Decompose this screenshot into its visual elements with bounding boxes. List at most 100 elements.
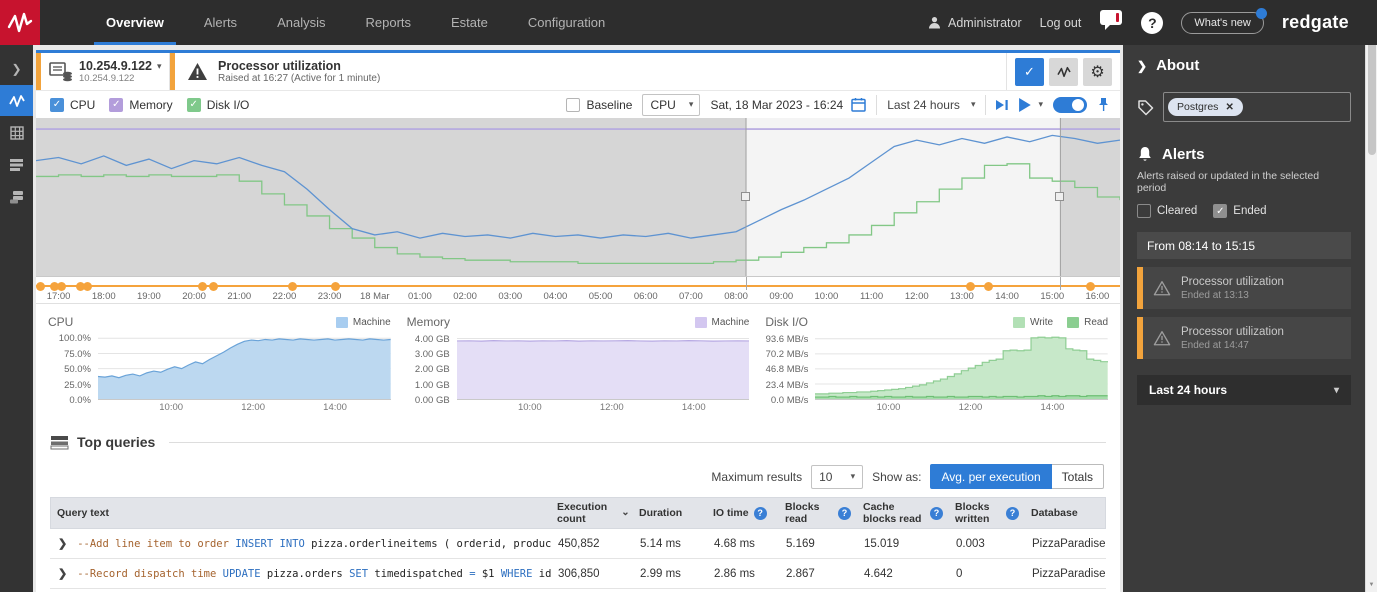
max-results-select[interactable]: 10 ▾	[811, 464, 864, 489]
alerts-range-select[interactable]: Last 24 hours ▾	[1137, 375, 1351, 405]
col-query-text[interactable]: Query text	[51, 504, 551, 522]
settings-button[interactable]: ⚙	[1083, 57, 1112, 86]
top-queries-table: Query text Execution count ⌄ Duration IO …	[50, 497, 1106, 590]
col-cache-blocks-read[interactable]: Cache blocks read?	[857, 498, 949, 528]
alert-event-dot[interactable]	[287, 282, 297, 291]
col-io-time[interactable]: IO time?	[707, 504, 779, 523]
cache-blocks-read-value: 15.019	[864, 537, 900, 550]
date-picker[interactable]: Sat, 18 Mar 2023 - 16:24	[710, 97, 866, 112]
pin-icon[interactable]	[1097, 97, 1110, 112]
col-database[interactable]: Database	[1025, 504, 1105, 522]
tab-configuration[interactable]: Configuration	[508, 0, 625, 45]
sidebar-item-analysis[interactable]	[0, 85, 33, 116]
skip-to-now-button[interactable]	[996, 99, 1009, 111]
ended-filter[interactable]: ✓ Ended	[1213, 204, 1267, 218]
table-row[interactable]: ❯ --Add line item to order INSERT INTO pi…	[50, 529, 1106, 560]
x-axis-label: 12:00	[958, 402, 983, 413]
totals-button[interactable]: Totals	[1051, 464, 1104, 489]
col-execution-count[interactable]: Execution count ⌄	[551, 498, 633, 528]
help-icon[interactable]: ?	[1141, 11, 1164, 34]
alert-event-dot[interactable]	[208, 282, 218, 291]
timeline-axis[interactable]: 17:00 18:00 19:00 20:00 21:00 22:00 23:00 18 Ma…	[36, 276, 1120, 303]
blocks-written-value: 0	[956, 567, 963, 580]
acknowledge-button[interactable]: ✓	[1015, 57, 1044, 86]
tab-estate[interactable]: Estate	[431, 0, 508, 45]
y-axis-label: 46.8 MB/s	[765, 364, 809, 376]
help-icon[interactable]: ?	[930, 506, 943, 520]
baseline-metric-select[interactable]: CPU ▾	[642, 93, 701, 116]
server-selector[interactable]: 10.254.9.122 ▾ 10.254.9.122	[36, 53, 170, 90]
redgate-wordmark: redgate	[1281, 12, 1349, 32]
main-content: 10.254.9.122 ▾ 10.254.9.122 Processor uti…	[33, 45, 1123, 592]
metric-toggle-disk[interactable]: ✓ Disk I/O	[186, 97, 249, 112]
user-menu[interactable]: Administrator	[928, 16, 1022, 30]
alert-list-item[interactable]: Processor utilization Ended at 13:13	[1137, 267, 1351, 309]
selection-handle[interactable]	[741, 192, 751, 201]
blocks-written-value: 0.003	[956, 537, 985, 550]
about-section-toggle[interactable]: ❯ About	[1137, 57, 1351, 74]
alert-event-dot[interactable]	[1085, 282, 1095, 291]
tab-alerts[interactable]: Alerts	[184, 0, 257, 45]
help-icon[interactable]: ?	[838, 506, 851, 520]
sidebar-item-servers[interactable]	[0, 181, 33, 212]
main-metric-chart[interactable]	[36, 118, 1120, 276]
tab-overview[interactable]: Overview	[86, 0, 184, 45]
selection-handle[interactable]	[1055, 192, 1065, 201]
metric-label: Memory	[129, 97, 173, 112]
remove-tag-icon[interactable]: ✕	[1225, 102, 1233, 113]
whats-new-label: What's new	[1194, 16, 1251, 29]
feedback-chat-icon[interactable]	[1099, 9, 1123, 36]
play-options-caret[interactable]: ▾	[1038, 99, 1043, 110]
expand-chevron-icon[interactable]: ❯	[58, 567, 67, 580]
sidebar-item-grid[interactable]	[0, 117, 33, 148]
avg-per-execution-button[interactable]: Avg. per execution	[930, 464, 1052, 489]
metric-toggle-cpu[interactable]: ✓ CPU	[50, 97, 95, 112]
cache-blocks-read-value: 4.642	[864, 567, 893, 580]
redgate-monitor-logo-icon[interactable]	[0, 0, 40, 45]
alert-title: Processor utilization	[218, 59, 341, 73]
alert-event-dot[interactable]	[331, 282, 341, 291]
sidebar-item-queries[interactable]	[0, 149, 33, 180]
live-updates-toggle[interactable]	[1053, 96, 1087, 113]
select-value: CPU	[650, 97, 676, 112]
alert-filters: Cleared ✓ Ended	[1137, 204, 1351, 218]
alert-event-dot[interactable]	[56, 282, 66, 291]
col-duration[interactable]: Duration	[633, 504, 707, 522]
chart-toolbar: ✓ CPU ✓ Memory ✓ Disk I/O Baseline CPU ▾…	[36, 90, 1120, 118]
caret-down-icon: ▾	[1333, 384, 1339, 396]
alert-event-dot[interactable]	[36, 282, 46, 291]
alert-event-dot[interactable]	[966, 282, 976, 291]
baseline-toggle[interactable]: Baseline	[566, 97, 632, 112]
legend-swatch	[335, 316, 348, 328]
col-blocks-read[interactable]: Blocks read?	[779, 498, 857, 528]
time-tick-label: 02:00	[453, 291, 477, 302]
alert-list-item[interactable]: Processor utilization Ended at 14:47	[1137, 317, 1351, 359]
time-range-select[interactable]: Last 24 hours ▾	[887, 98, 975, 112]
tab-analysis[interactable]: Analysis	[257, 0, 345, 45]
page-scrollbar[interactable]: ▲ ▼	[1365, 0, 1377, 592]
logout-link[interactable]: Log out	[1040, 16, 1082, 30]
whats-new-button[interactable]: What's new	[1181, 7, 1267, 34]
alert-event-dot[interactable]	[197, 282, 207, 291]
scroll-down-arrow[interactable]: ▼	[1366, 578, 1377, 592]
help-icon[interactable]: ?	[753, 506, 767, 520]
cleared-filter[interactable]: Cleared	[1137, 204, 1197, 218]
active-alert-banner[interactable]: Processor utilization Raised at 16:27 (A…	[170, 53, 1007, 90]
tag-pill: Postgres ✕	[1168, 98, 1243, 116]
analysis-button[interactable]	[1049, 57, 1078, 86]
y-axis-label: 100.0%	[58, 333, 91, 345]
help-icon[interactable]: ?	[1006, 506, 1019, 520]
col-blocks-written[interactable]: Blocks written?	[949, 498, 1025, 528]
tab-reports[interactable]: Reports	[345, 0, 431, 45]
alert-event-dot[interactable]	[82, 282, 92, 291]
checkbox-unchecked	[1137, 204, 1151, 218]
time-tick-label: 15:00	[1040, 291, 1065, 302]
table-row[interactable]: ❯ --Record dispatch time UPDATE pizza.ord…	[50, 559, 1106, 590]
alert-event-dot[interactable]	[983, 282, 993, 291]
expand-chevron-icon[interactable]: ❯	[58, 537, 67, 550]
metric-toggle-memory[interactable]: ✓ Memory	[109, 97, 173, 112]
tag-filter-input[interactable]: Postgres ✕	[1163, 92, 1351, 122]
play-button[interactable]	[1019, 97, 1032, 112]
y-axis-label: 3.00 GB	[414, 348, 450, 360]
sidebar-expand-button[interactable]: ❯	[0, 53, 33, 84]
